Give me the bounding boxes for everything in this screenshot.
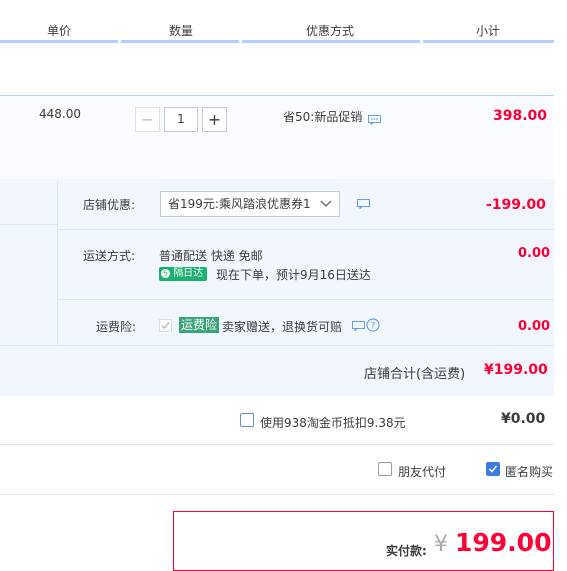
column-unit-price: 单价 xyxy=(47,24,72,38)
message-icon[interactable] xyxy=(368,115,381,125)
shop-coupon-select[interactable]: 省199元:乘风踏浪优惠券1 xyxy=(160,191,340,217)
column-subtotal: 小计 xyxy=(476,24,501,38)
friend-pay-label: 朋友代付 xyxy=(398,465,447,479)
item-subtotal: 398.00 xyxy=(493,108,548,124)
check-icon xyxy=(488,465,498,473)
discount-text: 省50:新品促销 xyxy=(283,110,363,124)
insurance-text: 卖家赠送，退换货可赔 xyxy=(222,320,343,334)
column-quantity: 数量 xyxy=(169,24,194,38)
shipping-label: 运送方式: xyxy=(83,249,136,263)
header-divider xyxy=(423,40,554,43)
shipping-method: 普通配送 快递 免邮 xyxy=(159,249,263,263)
shipping-amount: 0.00 xyxy=(518,246,551,261)
lightning-icon: ϟ xyxy=(161,268,170,278)
anonymous-label: 匿名购买 xyxy=(505,465,554,479)
chevron-down-icon xyxy=(320,200,332,207)
insurance-amount: 0.00 xyxy=(518,319,551,334)
taojinbi-amount: ¥0.00 xyxy=(501,411,546,427)
payment-currency: ¥ xyxy=(434,532,448,557)
column-header: 单价 数量 优惠方式 小计 xyxy=(0,0,567,43)
header-divider xyxy=(242,40,420,43)
insurance-badge: 运费险 xyxy=(179,317,220,333)
payment-label: 实付款: xyxy=(386,544,427,558)
help-icon[interactable]: ? xyxy=(366,318,380,332)
section-divider xyxy=(0,345,554,346)
taojinbi-checkbox[interactable] xyxy=(240,413,254,427)
payment-box: 实付款: ¥ 199.00 xyxy=(173,511,554,571)
quantity-input[interactable]: 1 xyxy=(164,107,198,132)
section-divider xyxy=(57,179,58,345)
svg-text:?: ? xyxy=(371,322,376,332)
shop-total-amount: ¥199.00 xyxy=(484,362,548,378)
header-divider xyxy=(121,40,239,43)
anonymous-checkbox[interactable] xyxy=(486,462,500,476)
message-icon[interactable] xyxy=(352,321,365,331)
column-discount: 优惠方式 xyxy=(306,24,355,38)
quantity-decrease-button[interactable]: − xyxy=(135,107,160,132)
shop-total-label: 店铺合计(含运费) xyxy=(364,367,466,382)
taojinbi-label: 使用938淘金币抵扣9.38元 xyxy=(260,416,406,430)
unit-price: 448.00 xyxy=(39,107,81,121)
quantity-increase-button[interactable]: + xyxy=(202,107,227,132)
next-day-badge-text: 隔日达 xyxy=(173,268,204,279)
message-icon[interactable] xyxy=(357,199,370,209)
shop-coupon-selected: 省199元:乘风踏浪优惠券1 xyxy=(168,197,311,211)
row-divider xyxy=(0,494,554,495)
order-item-row: 448.00 − 1 + 省50:新品促销 398.00 xyxy=(0,95,554,179)
payment-amount: 199.00 xyxy=(455,528,552,557)
header-divider xyxy=(0,40,118,43)
section-divider xyxy=(0,224,57,225)
shop-coupon-label: 店铺优惠: xyxy=(83,198,136,212)
section-divider xyxy=(57,229,554,230)
section-divider xyxy=(57,299,554,300)
delivery-estimate: 现在下单，预计9月16日送达 xyxy=(216,268,371,282)
next-day-badge: ϟ 隔日达 xyxy=(159,267,208,281)
insurance-checkbox-icon xyxy=(159,319,172,332)
row-divider xyxy=(0,444,554,445)
shop-section: 店铺优惠: 省199元:乘风踏浪优惠券1 -199.00 运送方式: 普通配送 … xyxy=(0,179,554,396)
insurance-label: 运费险: xyxy=(96,320,137,334)
friend-pay-checkbox[interactable] xyxy=(378,462,392,476)
shop-coupon-amount: -199.00 xyxy=(486,197,546,213)
